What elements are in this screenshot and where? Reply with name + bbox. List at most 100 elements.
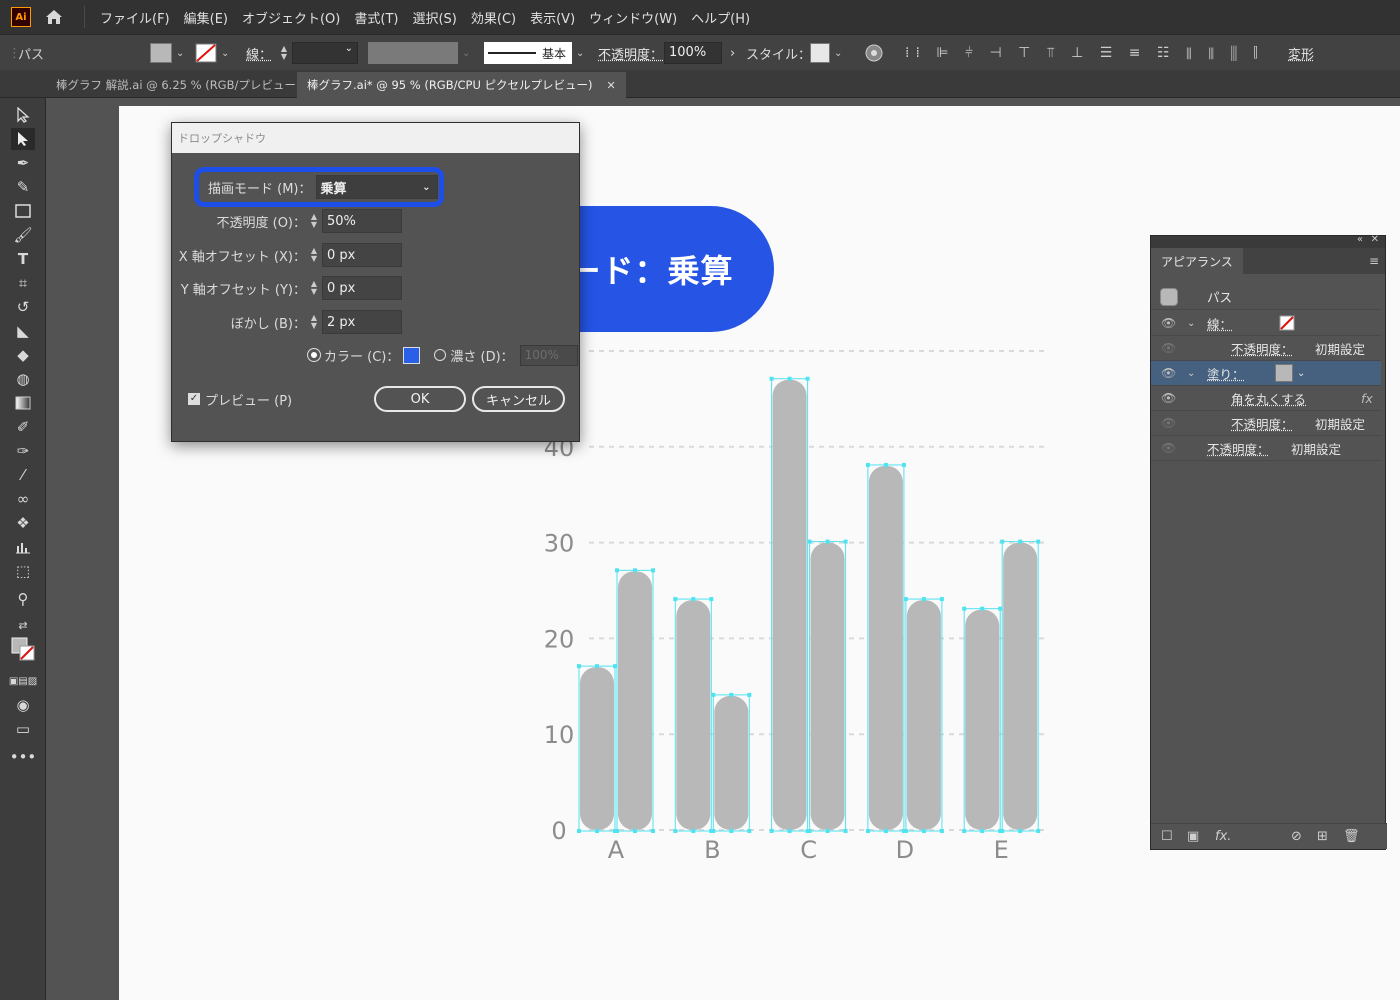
chevron-down-icon[interactable]: ⌄	[1297, 368, 1305, 379]
more-tools-icon[interactable]: •••	[10, 746, 37, 768]
object-row[interactable]: パス	[1151, 284, 1381, 310]
opacity-input[interactable]: 100% ›	[664, 35, 735, 71]
mesh-tool-icon[interactable]: ✐	[11, 416, 35, 438]
eye-icon[interactable]: 👁	[1161, 391, 1176, 405]
selection-tool-icon[interactable]	[11, 104, 35, 126]
shadow-color-swatch[interactable]	[403, 346, 421, 364]
opacity-field[interactable]: 50%	[322, 209, 402, 233]
gradient-tool-icon[interactable]	[11, 392, 35, 414]
recolor-icon[interactable]	[864, 35, 884, 71]
opacity-label[interactable]: 不透明度：	[598, 35, 663, 71]
tab-document-1[interactable]: 棒グラフ 解説.ai @ 6.25 % (RGB/プレビュー) ✕	[46, 72, 334, 98]
chevron-down-icon[interactable]: ⌄	[1187, 318, 1195, 329]
menu-item[interactable]: ヘルプ(H)	[684, 8, 757, 27]
curvature-tool-icon[interactable]: ✎	[11, 176, 35, 198]
pen-tool-icon[interactable]: ✒	[11, 152, 35, 174]
eye-icon[interactable]: 👁	[1161, 441, 1176, 455]
menu-item[interactable]: 選択(S)	[405, 8, 463, 27]
direct-selection-tool-icon[interactable]	[11, 128, 35, 150]
eye-icon[interactable]: 👁	[1161, 341, 1176, 355]
menu-item[interactable]: 編集(E)	[177, 8, 235, 27]
menu-item[interactable]: ウィンドウ(W)	[582, 8, 684, 27]
zoom-tool-icon[interactable]: ⚲	[11, 588, 35, 610]
eraser-tool-icon[interactable]: ◆	[11, 344, 35, 366]
x-offset-field[interactable]: 0 px	[322, 243, 402, 267]
slice-tool-icon[interactable]: ⬚	[11, 560, 35, 582]
live-paint-tool-icon[interactable]: ✑	[11, 440, 35, 462]
style-swatch[interactable]: ⌄	[810, 35, 842, 71]
stroke-label[interactable]: 線：	[1207, 314, 1232, 333]
blend-mode-select[interactable]: 乗算 ⌄	[315, 175, 438, 199]
fill-opacity-label[interactable]: 不透明度：	[1231, 414, 1294, 433]
y-offset-field[interactable]: 0 px	[322, 276, 402, 300]
eyedropper-tool-icon[interactable]: ⁄	[11, 464, 35, 486]
fill-stroke-icon[interactable]	[11, 637, 35, 661]
menu-item[interactable]: オブジェクト(O)	[235, 8, 347, 27]
shape-builder-tool-icon[interactable]: ◍	[11, 368, 35, 390]
eye-icon[interactable]: 👁	[1161, 366, 1176, 380]
add-effect-icon[interactable]: fx.	[1215, 829, 1231, 844]
add-stroke-icon[interactable]: ☐	[1161, 829, 1173, 844]
round-corners-effect[interactable]: 角を丸くする	[1231, 389, 1306, 408]
fill-swatch[interactable]	[1275, 364, 1293, 382]
effect-row[interactable]: 👁 角を丸くする fx	[1151, 386, 1381, 411]
artboard-tool-icon[interactable]: ⌗	[11, 272, 35, 294]
cancel-button[interactable]: キャンセル	[472, 386, 565, 412]
menu-item[interactable]: 書式(T)	[347, 8, 405, 27]
stroke-weight-stepper[interactable]: ▲ ▼ ⌄	[276, 35, 358, 71]
ok-button[interactable]: OK	[374, 386, 466, 412]
close-icon[interactable]: ✕	[1371, 234, 1379, 245]
none-stroke-icon[interactable]	[1279, 315, 1295, 331]
color-radio[interactable]	[307, 348, 321, 362]
tab-appearance[interactable]: アピアランス	[1151, 248, 1243, 274]
panel-menu-icon[interactable]: ≡	[1369, 254, 1379, 268]
darkness-radio[interactable]	[434, 349, 447, 361]
duplicate-item-icon[interactable]: ⊞	[1317, 829, 1328, 844]
draw-mode-icon[interactable]: ◉	[11, 694, 35, 716]
stroke-opacity-row[interactable]: 👁 不透明度： 初期設定	[1151, 336, 1381, 361]
home-icon[interactable]	[44, 7, 64, 27]
tab-document-2[interactable]: 棒グラフ.ai* @ 95 % (RGB/CPU ピクセルプレビュー) ✕	[297, 72, 626, 98]
fill-swatch[interactable]: ⌄	[150, 35, 184, 71]
symbol-sprayer-tool-icon[interactable]: ❖	[11, 512, 35, 534]
paintbrush-tool-icon[interactable]: 🖌	[11, 224, 35, 246]
fill-opacity-row[interactable]: 👁 不透明度： 初期設定	[1151, 411, 1381, 436]
blur-field[interactable]: 2 px	[322, 310, 402, 334]
align-icons[interactable]: ⁞⁞ ⊫ ⫩ ⊣ ⊤ ⫪ ⊥ ☰ ≡ ☷ ⫴ ⦀ ⫼ ⫿	[905, 35, 1264, 71]
rectangle-tool-icon[interactable]	[11, 200, 35, 222]
eye-icon[interactable]: 👁	[1161, 416, 1176, 430]
opacity-row[interactable]: 👁 不透明度： 初期設定	[1151, 436, 1381, 461]
close-icon[interactable]: ✕	[607, 79, 616, 92]
opacity-label[interactable]: 不透明度：	[1207, 439, 1270, 458]
add-fill-icon[interactable]: ▣	[1187, 829, 1199, 844]
chevron-right-icon[interactable]: ›	[730, 46, 735, 61]
width-tool-icon[interactable]: ◣	[11, 320, 35, 342]
stroke-row[interactable]: 👁 ⌄ 線：	[1151, 311, 1381, 336]
menu-item[interactable]: ファイル(F)	[93, 8, 177, 27]
stepper-icon[interactable]: ▲ ▼	[306, 280, 322, 296]
swap-colors-icon[interactable]: ⇄	[11, 614, 35, 636]
rotate-tool-icon[interactable]: ↺	[11, 296, 35, 318]
menu-item[interactable]: 表示(V)	[523, 8, 582, 27]
collapse-icon[interactable]: «	[1357, 234, 1363, 245]
preview-checkbox[interactable]: ✓	[188, 393, 200, 405]
stepper-icon[interactable]: ▲ ▼	[306, 314, 322, 330]
eye-icon[interactable]: 👁	[1161, 316, 1176, 330]
fill-label[interactable]: 塗り：	[1207, 364, 1245, 383]
menu-item[interactable]: 効果(C)	[464, 8, 523, 27]
blend-tool-icon[interactable]: ∞	[11, 488, 35, 510]
variable-width-select[interactable]: ⌄	[368, 35, 470, 71]
screen-mode-icon[interactable]: ▭	[11, 718, 35, 740]
fill-row[interactable]: 👁 ⌄ 塗り： ⌄	[1151, 361, 1381, 386]
stepper-icon[interactable]: ▲ ▼	[306, 247, 322, 263]
chevron-down-icon[interactable]: ⌄	[1187, 368, 1195, 379]
transform-link[interactable]: 変形	[1288, 35, 1314, 71]
stroke-opacity-label[interactable]: 不透明度：	[1231, 339, 1294, 358]
stepper-icon[interactable]: ▲ ▼	[306, 213, 322, 229]
brush-profile-select[interactable]: 基本 ⌄	[484, 35, 584, 71]
stroke-swatch[interactable]: ⌄	[195, 35, 229, 71]
type-tool-icon[interactable]: T	[11, 248, 35, 270]
clear-appearance-icon[interactable]: ⊘	[1291, 829, 1302, 844]
graph-tool-icon[interactable]	[11, 536, 35, 558]
trash-icon[interactable]: 🗑	[1343, 829, 1360, 844]
